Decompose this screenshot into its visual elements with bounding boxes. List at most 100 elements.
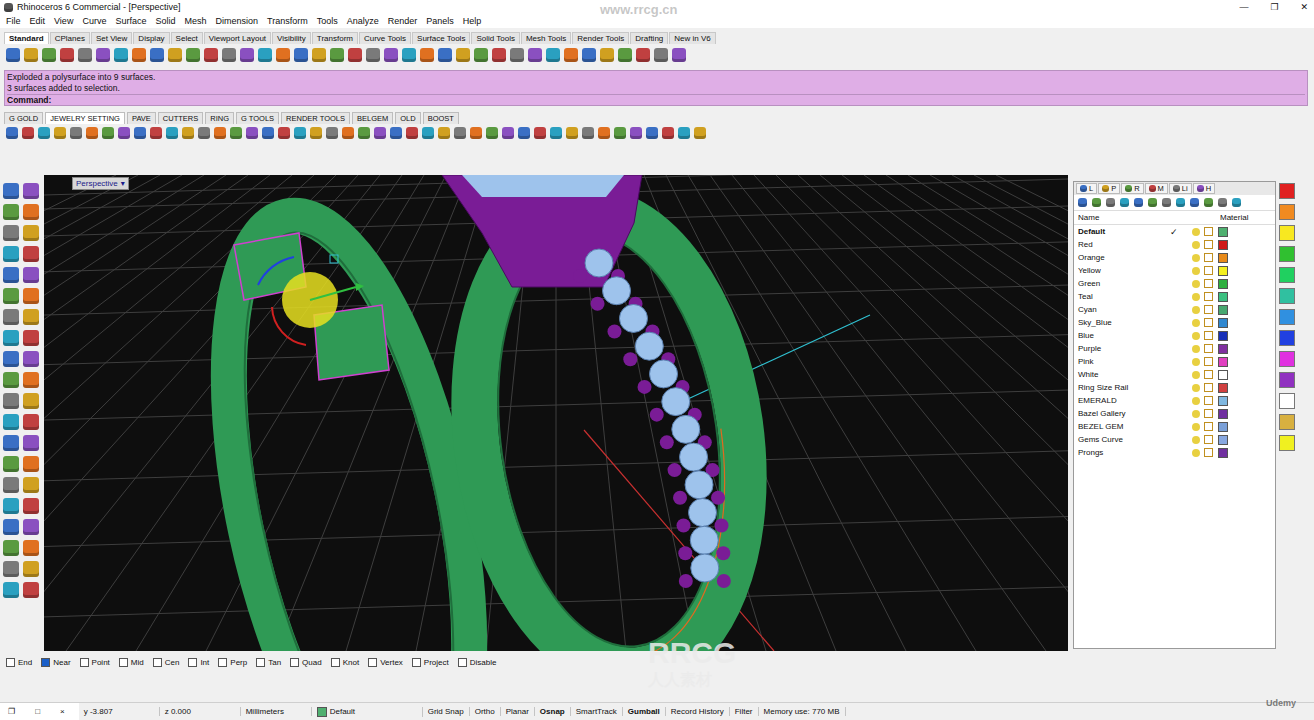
- side-tool-icon[interactable]: [3, 456, 19, 472]
- side-tool-icon[interactable]: [23, 477, 39, 493]
- visible-icon[interactable]: [1192, 332, 1200, 340]
- side-tool-icon[interactable]: [3, 540, 19, 556]
- perspective-viewport[interactable]: Perspective▾: [44, 175, 1068, 651]
- layer-color[interactable]: [1218, 331, 1228, 341]
- side-tool-icon[interactable]: [3, 246, 19, 262]
- plugin-tool-icon[interactable]: [662, 127, 674, 139]
- osnap-option[interactable]: Vertex: [368, 658, 403, 667]
- plugin-tool-icon[interactable]: [38, 127, 50, 139]
- gumball-icon[interactable]: [258, 255, 364, 345]
- tool-icon[interactable]: [402, 48, 416, 62]
- side-tool-icon[interactable]: [3, 519, 19, 535]
- current-layer[interactable]: Default: [312, 707, 423, 717]
- menu-item[interactable]: Render: [388, 16, 418, 26]
- tool-icon[interactable]: [276, 48, 290, 62]
- lock-icon[interactable]: [1204, 292, 1213, 301]
- side-tool-icon[interactable]: [3, 309, 19, 325]
- osnap-option[interactable]: Knot: [331, 658, 359, 667]
- layer-row[interactable]: Pink: [1074, 355, 1275, 368]
- tool-icon[interactable]: [24, 48, 38, 62]
- visible-icon[interactable]: [1192, 397, 1200, 405]
- layer-color[interactable]: [1218, 409, 1228, 419]
- layer-row[interactable]: EMERALD: [1074, 394, 1275, 407]
- toolbar-tab[interactable]: Select: [171, 32, 203, 44]
- menu-item[interactable]: Surface: [115, 16, 146, 26]
- tool-icon[interactable]: [474, 48, 488, 62]
- tool-icon[interactable]: [546, 48, 560, 62]
- layer-row[interactable]: Gems Curve: [1074, 433, 1275, 446]
- plugin-tool-icon[interactable]: [582, 127, 594, 139]
- side-tool-icon[interactable]: [23, 288, 39, 304]
- window-control[interactable]: ❐: [1270, 2, 1278, 12]
- tool-icon[interactable]: [312, 48, 326, 62]
- layer-color[interactable]: [1218, 396, 1228, 406]
- tool-icon[interactable]: [384, 48, 398, 62]
- side-tool-icon[interactable]: [3, 372, 19, 388]
- color-button[interactable]: [1279, 309, 1295, 325]
- plugin-tool-icon[interactable]: [262, 127, 274, 139]
- layer-row[interactable]: Prongs: [1074, 446, 1275, 459]
- side-tool-icon[interactable]: [23, 456, 39, 472]
- menu-item[interactable]: Panels: [426, 16, 454, 26]
- tool-icon[interactable]: [600, 48, 614, 62]
- tool-icon[interactable]: [132, 48, 146, 62]
- side-tool-icon[interactable]: [3, 435, 19, 451]
- osnap-option[interactable]: Mid: [119, 658, 144, 667]
- visible-icon[interactable]: [1192, 371, 1200, 379]
- plugin-tab[interactable]: RENDER TOOLS: [281, 112, 350, 124]
- lock-icon[interactable]: [1204, 318, 1213, 327]
- layer-color[interactable]: [1218, 318, 1228, 328]
- plugin-tool-icon[interactable]: [294, 127, 306, 139]
- visible-icon[interactable]: [1192, 293, 1200, 301]
- menu-item[interactable]: File: [6, 16, 21, 26]
- plugin-tool-icon[interactable]: [566, 127, 578, 139]
- plugin-tool-icon[interactable]: [422, 127, 434, 139]
- plugin-tool-icon[interactable]: [118, 127, 130, 139]
- menu-item[interactable]: Mesh: [184, 16, 206, 26]
- layer-tool-icon[interactable]: [1190, 198, 1199, 207]
- tool-icon[interactable]: [654, 48, 668, 62]
- plugin-tool-icon[interactable]: [390, 127, 402, 139]
- side-tool-icon[interactable]: [3, 330, 19, 346]
- side-tool-icon[interactable]: [23, 561, 39, 577]
- color-button[interactable]: [1279, 225, 1295, 241]
- layer-row[interactable]: White: [1074, 368, 1275, 381]
- layer-tool-icon[interactable]: [1134, 198, 1143, 207]
- side-tool-icon[interactable]: [23, 267, 39, 283]
- plugin-tab[interactable]: OLD: [395, 112, 420, 124]
- lock-icon[interactable]: [1204, 305, 1213, 314]
- side-tool-icon[interactable]: [3, 225, 19, 241]
- lock-icon[interactable]: [1204, 266, 1213, 275]
- toolbar-tab[interactable]: Viewport Layout: [204, 32, 271, 44]
- layer-color[interactable]: [1218, 279, 1228, 289]
- units[interactable]: Millimeters: [241, 707, 312, 716]
- toolbar-tab[interactable]: Surface Tools: [412, 32, 470, 44]
- menu-item[interactable]: Dimension: [215, 16, 258, 26]
- tool-icon[interactable]: [168, 48, 182, 62]
- layer-row[interactable]: Yellow: [1074, 264, 1275, 277]
- side-tool-icon[interactable]: [23, 435, 39, 451]
- visible-icon[interactable]: [1192, 449, 1200, 457]
- plugin-tool-icon[interactable]: [502, 127, 514, 139]
- window-control[interactable]: —: [1239, 2, 1248, 12]
- layer-tool-icon[interactable]: [1232, 198, 1241, 207]
- tool-icon[interactable]: [6, 48, 20, 62]
- plugin-tab[interactable]: BOOST: [423, 112, 459, 124]
- visible-icon[interactable]: [1192, 241, 1200, 249]
- tool-icon[interactable]: [78, 48, 92, 62]
- panel-tab[interactable]: H: [1193, 183, 1215, 194]
- plugin-tool-icon[interactable]: [134, 127, 146, 139]
- tool-icon[interactable]: [582, 48, 596, 62]
- side-tool-icon[interactable]: [3, 498, 19, 514]
- tool-icon[interactable]: [258, 48, 272, 62]
- tool-icon[interactable]: [420, 48, 434, 62]
- layer-color[interactable]: [1218, 383, 1228, 393]
- osnap-option[interactable]: Tan: [256, 658, 281, 667]
- window-button[interactable]: □: [35, 707, 40, 716]
- lock-icon[interactable]: [1204, 383, 1213, 392]
- side-tool-icon[interactable]: [3, 351, 19, 367]
- tool-icon[interactable]: [240, 48, 254, 62]
- plugin-tool-icon[interactable]: [374, 127, 386, 139]
- side-tool-icon[interactable]: [23, 414, 39, 430]
- osnap-option[interactable]: Project: [412, 658, 449, 667]
